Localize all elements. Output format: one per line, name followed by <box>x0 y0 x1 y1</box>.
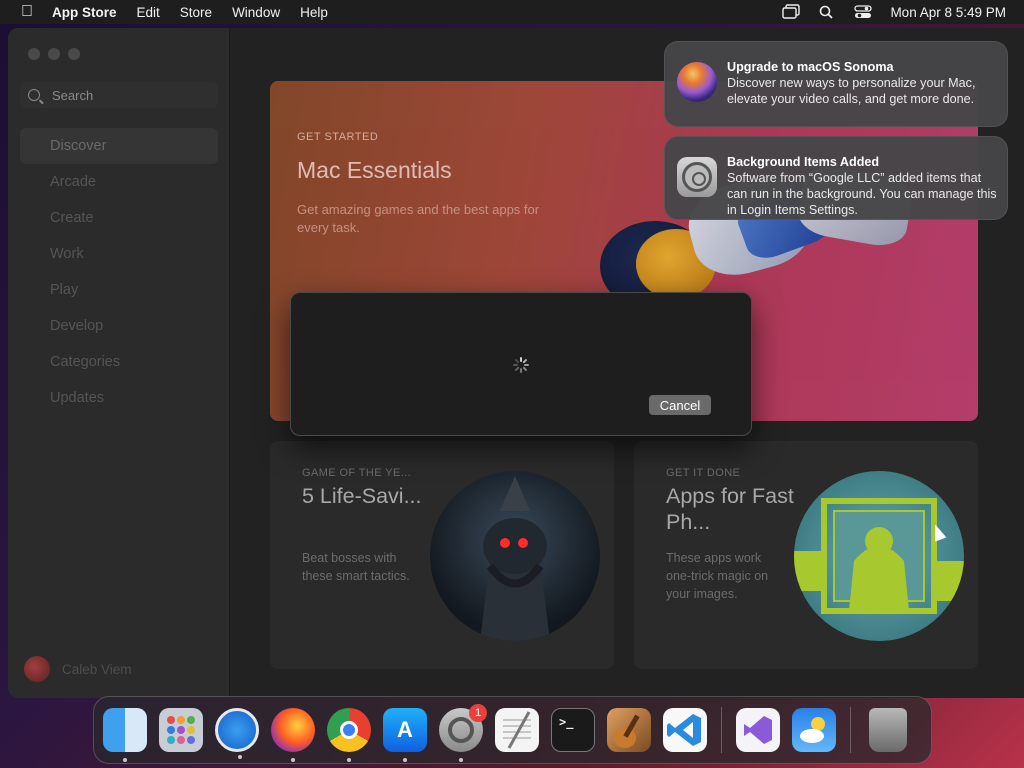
search-icon <box>28 89 40 101</box>
sidebar-item-work[interactable]: Work <box>20 236 218 272</box>
card-description: Beat bosses with these smart tactics. <box>302 551 410 583</box>
hero-description: Get amazing games and the best apps for … <box>297 202 540 235</box>
notification-body: Software from “Google LLC” added items t… <box>727 171 997 217</box>
launchpad-icon[interactable] <box>159 708 203 752</box>
terminal-icon[interactable]: >_ <box>551 708 595 752</box>
card-description: These apps work one-trick magic on your … <box>666 551 769 601</box>
sidebar-item-arcade[interactable]: Arcade <box>20 164 218 200</box>
notification-title: Background Items Added <box>727 155 880 169</box>
macos-sonoma-icon <box>677 62 717 102</box>
sidebar-item-play[interactable]: Play <box>20 272 218 308</box>
close-button[interactable] <box>28 48 40 60</box>
card-artwork-image <box>794 471 964 641</box>
cancel-button[interactable]: Cancel <box>649 395 711 415</box>
menu-edit[interactable]: Edit <box>137 5 160 20</box>
sidebar-item-create[interactable]: Create <box>20 200 218 236</box>
hero-title: Mac Essentials <box>297 157 452 183</box>
sidebar-item-discover[interactable]: Discover <box>20 128 218 164</box>
search-placeholder: Search <box>52 87 94 103</box>
app-store-icon[interactable]: A <box>383 708 427 762</box>
notification-body: Discover new ways to personalize your Ma… <box>727 76 976 106</box>
card-eyebrow: GET IT DONE <box>666 467 741 479</box>
dock: A 1 >_ <box>93 696 932 764</box>
menu-store[interactable]: Store <box>180 5 212 20</box>
story-card-game[interactable]: GAME OF THE YE... 5 Life-Savi... Beat bo… <box>270 441 614 669</box>
safari-icon[interactable] <box>215 708 259 759</box>
firefox-icon[interactable] <box>271 708 315 762</box>
garageband-icon[interactable] <box>607 708 651 752</box>
weather-icon[interactable] <box>792 708 836 752</box>
vscode-icon[interactable] <box>663 708 707 752</box>
window-controls <box>28 48 80 60</box>
sidebar-nav: Discover Arcade Create Work Play Develop… <box>20 128 218 416</box>
sidebar: Search Discover Arcade Create Work Play … <box>8 28 230 698</box>
notification-badge: 1 <box>469 704 487 722</box>
apple-menu-icon[interactable]:  <box>18 3 36 21</box>
zoom-button[interactable] <box>68 48 80 60</box>
story-card-photo[interactable]: GET IT DONE Apps for Fast Ph... These ap… <box>634 441 978 669</box>
menu-bar-clock[interactable]: Mon Apr 8 5:49 PM <box>890 5 1006 20</box>
trash-icon[interactable] <box>869 708 907 752</box>
sidebar-item-updates[interactable]: Updates <box>20 380 218 416</box>
finder-icon[interactable] <box>103 708 147 762</box>
system-settings-icon[interactable]: 1 <box>439 704 487 762</box>
notification-background-items[interactable]: Background Items Added Software from “Go… <box>664 136 1008 220</box>
loading-spinner-icon <box>513 357 529 373</box>
visual-studio-icon[interactable] <box>736 708 780 752</box>
user-name: Caleb Viem <box>62 661 132 677</box>
account-button[interactable]: Caleb Viem <box>24 656 132 682</box>
avatar <box>24 656 50 682</box>
menu-window[interactable]: Window <box>232 5 280 20</box>
minimize-button[interactable] <box>48 48 60 60</box>
menu-app-store[interactable]: App Store <box>52 5 117 20</box>
notification-title: Upgrade to macOS Sonoma <box>727 60 894 74</box>
system-settings-icon <box>677 157 717 197</box>
dock-separator <box>721 707 722 753</box>
textedit-icon[interactable] <box>495 708 539 752</box>
card-eyebrow: GAME OF THE YE... <box>302 467 412 479</box>
dock-separator <box>850 707 851 753</box>
sidebar-item-categories[interactable]: Categories <box>20 344 218 380</box>
screen-mirroring-icon[interactable] <box>782 4 801 20</box>
search-field[interactable]: Search <box>20 82 218 108</box>
menu-bar:  App Store Edit Store Window Help Mon A… <box>0 0 1024 24</box>
control-center-icon[interactable] <box>854 4 873 20</box>
sidebar-item-develop[interactable]: Develop <box>20 308 218 344</box>
card-artwork-image <box>430 471 600 641</box>
card-title: 5 Life-Savi... <box>302 484 422 508</box>
loading-dialog: Cancel <box>290 292 752 436</box>
card-title: Apps for Fast Ph... <box>666 484 794 534</box>
chrome-icon[interactable] <box>327 708 371 762</box>
hero-eyebrow: GET STARTED <box>297 131 379 143</box>
notification-sonoma-upgrade[interactable]: Upgrade to macOS Sonoma Discover new way… <box>664 41 1008 127</box>
spotlight-search-icon[interactable] <box>818 4 836 20</box>
menu-help[interactable]: Help <box>300 5 328 20</box>
